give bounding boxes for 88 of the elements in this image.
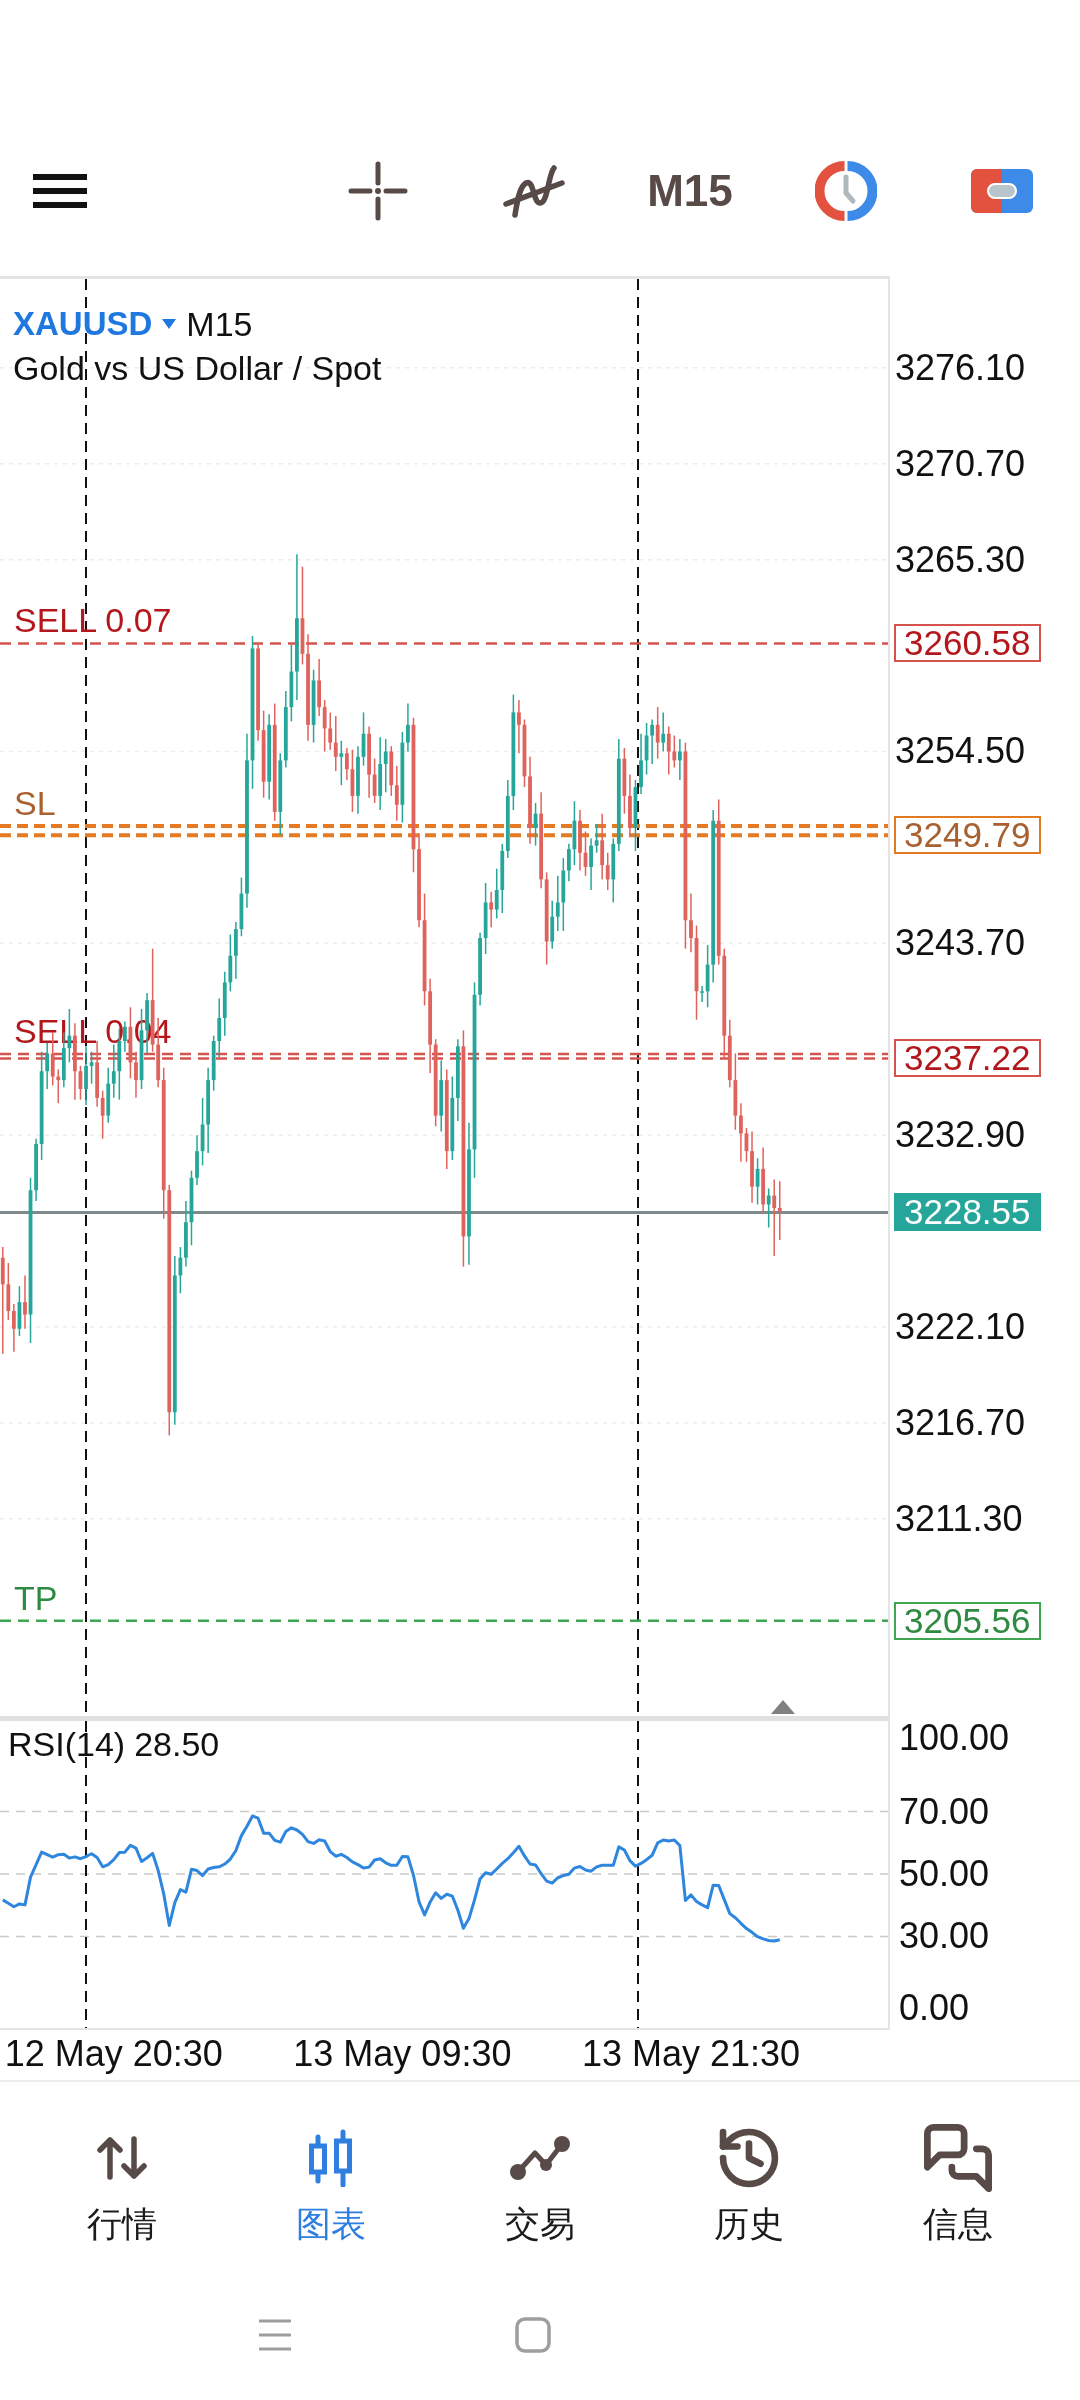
- nav-tab[interactable]: 图表: [276, 2114, 387, 2250]
- candlestick: [394, 764, 399, 822]
- candlestick: [494, 867, 499, 920]
- sell-order-tag: 3237.22: [894, 1039, 1041, 1078]
- candlestick: [777, 1180, 782, 1241]
- candlestick: [689, 892, 693, 953]
- candlestick: [672, 734, 677, 769]
- up-down-arrows-icon: [96, 2135, 149, 2181]
- candlestick: [655, 706, 660, 760]
- triangle-marker-icon[interactable]: [771, 1700, 795, 1714]
- candlestick: [766, 1187, 771, 1229]
- candlestick: [700, 985, 704, 1003]
- candlestick: [589, 837, 593, 891]
- candlestick: [339, 740, 344, 786]
- timeframe-label: M15: [186, 304, 253, 345]
- current-price-tag: 3228.55: [894, 1193, 1041, 1232]
- time-axis-label: 13 May 21:30: [581, 2034, 801, 2074]
- price-axis-label: 3222.10: [895, 1307, 1026, 1347]
- candlestick: [333, 715, 338, 772]
- candlestick: [605, 851, 610, 891]
- rsi-axis-label: 50.00: [899, 1854, 990, 1894]
- candlestick: [566, 843, 571, 882]
- price-axis-label: 3216.70: [895, 1402, 1026, 1443]
- time-axis-label: 12 May 20:30: [4, 2034, 223, 2074]
- time-axis-label: 13 May 09:30: [293, 2034, 512, 2074]
- candlestick: [666, 725, 671, 776]
- timeframe-button[interactable]: M15: [647, 167, 733, 215]
- candlestick: [406, 702, 410, 753]
- rsi-axis-label: 70.00: [899, 1791, 990, 1832]
- price-axis-label: 3265.30: [895, 539, 1026, 580]
- stop-loss-tag: 3249.79: [894, 816, 1041, 855]
- candlestick: [56, 1068, 61, 1104]
- history-icon: [718, 2128, 779, 2188]
- nav-tab[interactable]: 交易: [485, 2114, 595, 2250]
- candlestick: [45, 1042, 50, 1090]
- home-icon[interactable]: [515, 2317, 551, 2353]
- rsi-axis-label: 30.00: [899, 1916, 990, 1957]
- candlestick: [489, 891, 494, 929]
- candlestick: [89, 1050, 94, 1085]
- nav-tab[interactable]: 历史: [693, 2114, 804, 2250]
- price-axis-label: 3243.70: [895, 923, 1026, 964]
- rsi-axis-label: 100.00: [899, 1721, 1010, 1758]
- indicator-wave-icon[interactable]: [502, 163, 566, 219]
- split-switch-icon[interactable]: [971, 169, 1033, 213]
- line-chart-icon: [509, 2135, 571, 2181]
- stop-loss-label: SL: [14, 785, 56, 822]
- price-axis-label: 3276.10: [895, 347, 1026, 388]
- price-axis-label: 3232.90: [895, 1115, 1026, 1156]
- nav-tab[interactable]: 信息: [902, 2114, 1013, 2250]
- caret-icon[interactable]: [162, 319, 177, 329]
- sell-order-label: SELL 0.07: [14, 602, 172, 639]
- candlestick: [217, 997, 222, 1058]
- nav-tab[interactable]: 行情: [67, 2114, 178, 2250]
- take-profit-tag: 3205.56: [894, 1601, 1041, 1640]
- price-axis-label: 3211.30: [895, 1498, 1023, 1539]
- candlestick: [555, 875, 560, 932]
- price-axis-label: 3270.70: [895, 443, 1026, 484]
- candlestick: [178, 1246, 183, 1294]
- candlestick: [661, 711, 666, 753]
- candlestick: [372, 757, 377, 804]
- candlestick: [344, 747, 349, 781]
- candlestick: [322, 699, 327, 753]
- menu-icon[interactable]: [33, 174, 87, 208]
- clock-icon[interactable]: [815, 160, 877, 222]
- take-profit-label: TP: [14, 1579, 58, 1616]
- symbol-name[interactable]: XAUUSD: [13, 302, 153, 346]
- candlestick: [739, 1102, 743, 1163]
- candlestick: [383, 738, 388, 794]
- indicator-name: RSI(14): [8, 1724, 126, 1764]
- candlestick: [111, 1043, 116, 1099]
- candlestick: [100, 1090, 105, 1140]
- candlestick: [134, 1050, 138, 1099]
- chat-bubbles-icon: [923, 2124, 992, 2192]
- price-axis-label: 3254.50: [895, 731, 1026, 772]
- sell-order-tag: 3260.58: [894, 624, 1041, 663]
- indicator-value: 28.50: [134, 1724, 220, 1764]
- candlestick: [11, 1303, 16, 1353]
- candlestick: [23, 1274, 27, 1330]
- rsi-axis-label: 0.00: [899, 1988, 970, 2028]
- candlestick: [84, 1045, 88, 1106]
- candlestick: [677, 738, 682, 781]
- symbol-description: Gold vs US Dollar / Spot: [13, 348, 382, 389]
- candlestick: [772, 1178, 777, 1257]
- candlestick: [328, 711, 333, 751]
- candlestick: [650, 718, 655, 765]
- crosshair-icon[interactable]: [348, 161, 408, 221]
- candlestick: [517, 699, 521, 755]
- candlestick: [594, 823, 599, 854]
